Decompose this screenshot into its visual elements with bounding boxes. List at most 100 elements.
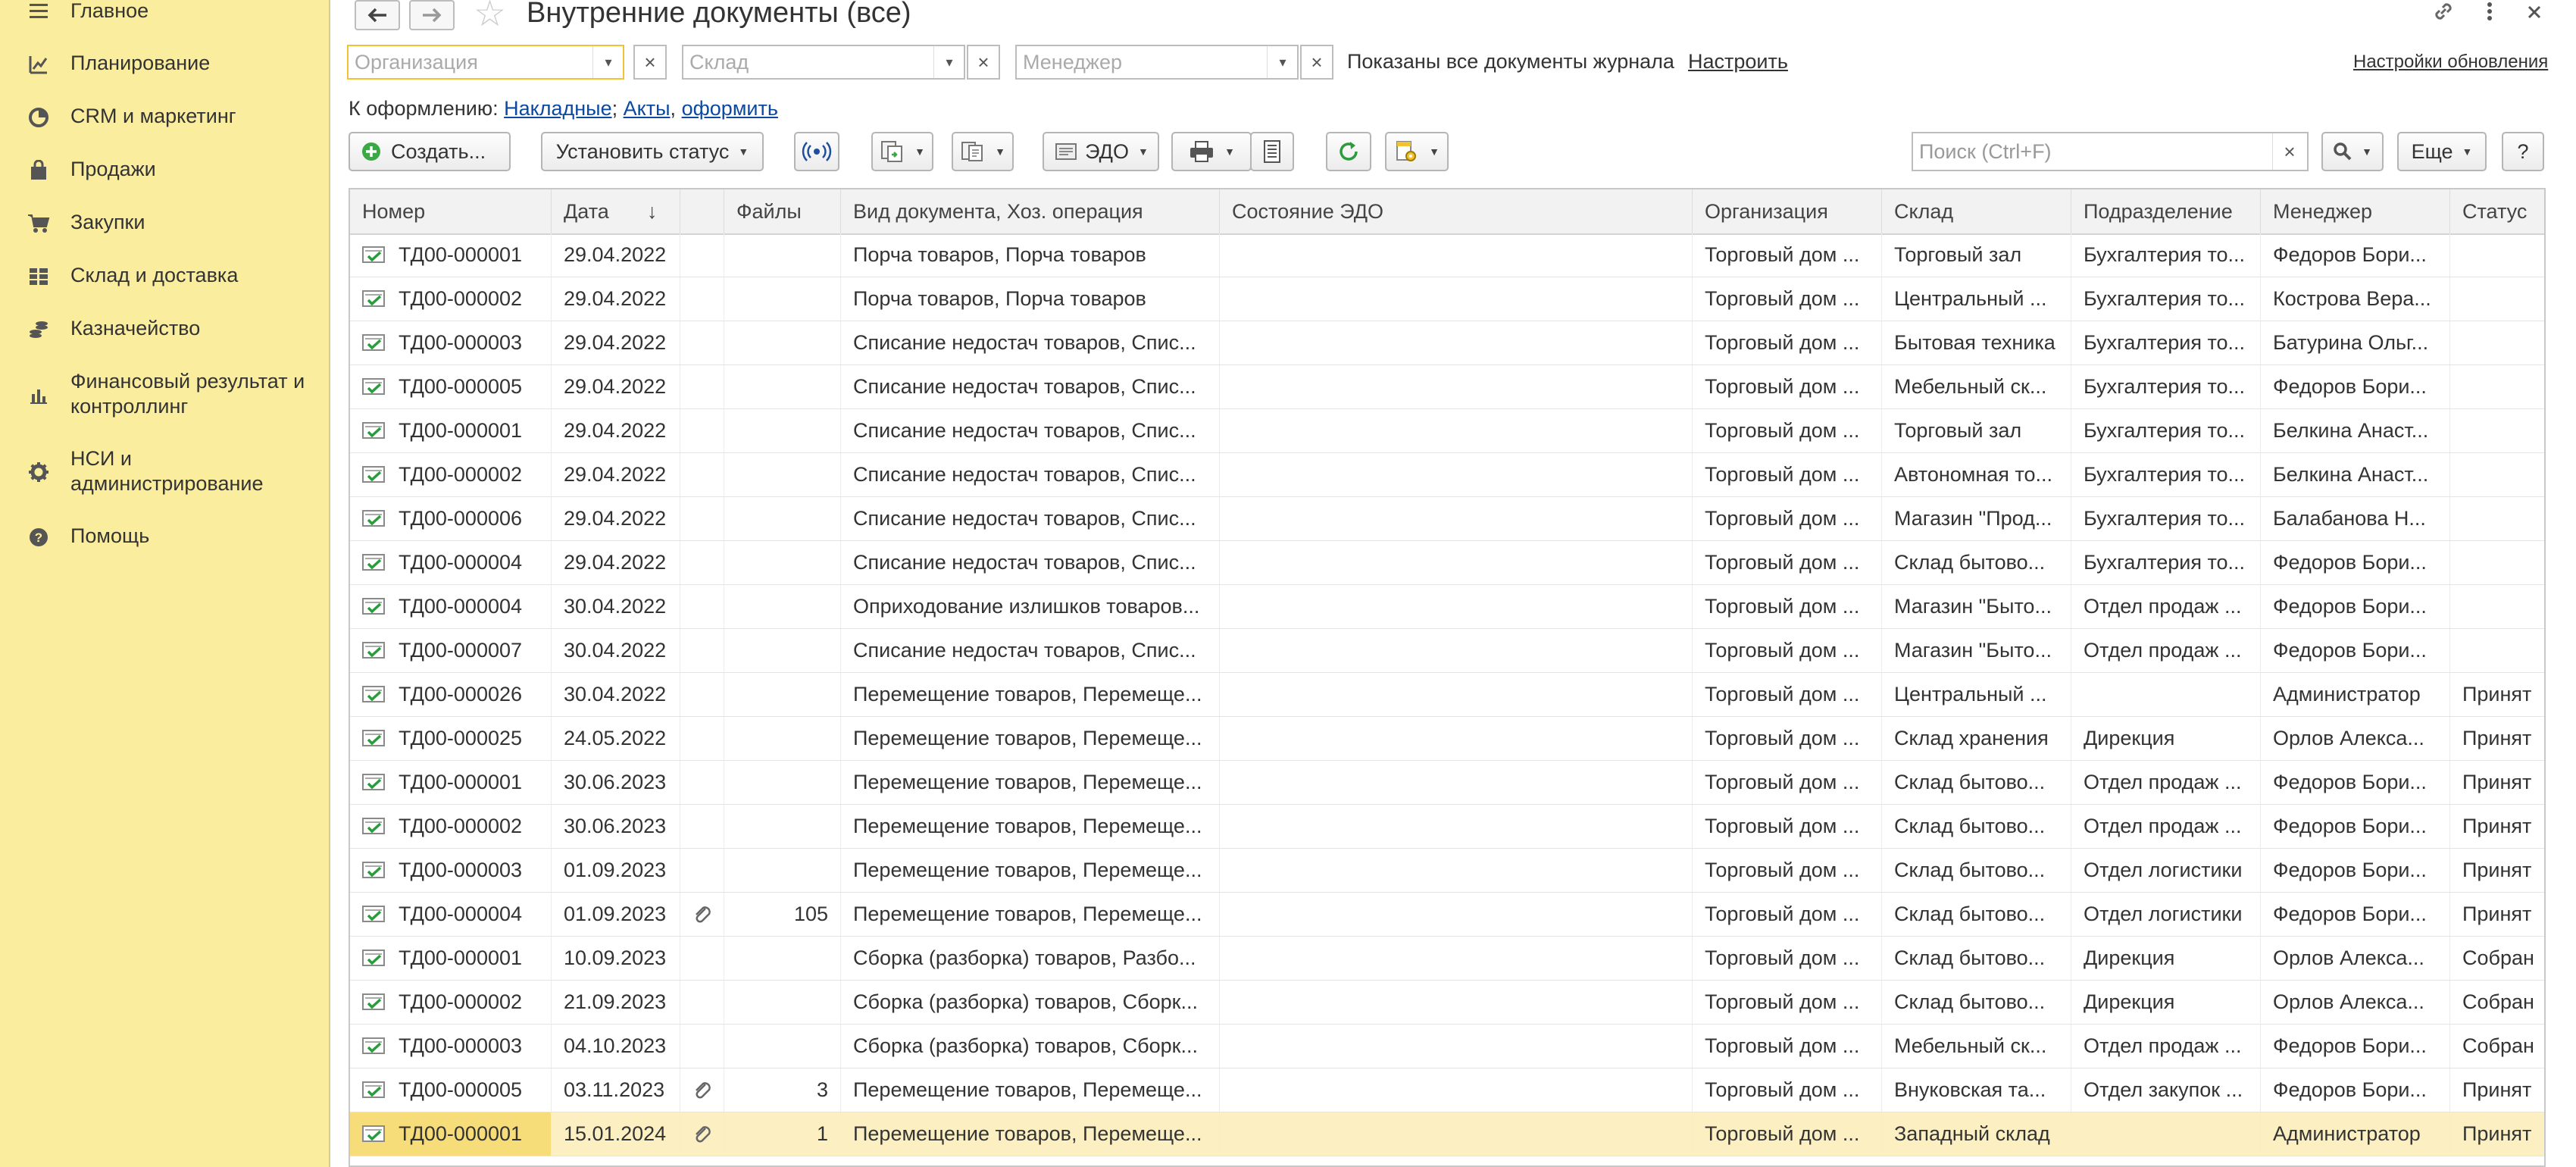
sidebar-item-sales[interactable]: Продажи [0, 156, 329, 186]
column-header-manager[interactable]: Менеджер [2261, 189, 2450, 233]
document-settings-button[interactable]: ▼ [1385, 132, 1449, 171]
table-row[interactable]: ТД00-000006 29.04.2022 Списание недостач т… [350, 497, 2544, 541]
report-button[interactable] [1250, 132, 1294, 171]
organization-input[interactable] [349, 46, 591, 78]
column-header-department[interactable]: Подразделение [2071, 189, 2261, 233]
table-row[interactable]: ТД00-000004 01.09.2023 105 Перемещение това… [350, 893, 2544, 937]
column-header-date[interactable]: Дата ↓ [552, 189, 680, 233]
sidebar-item-planning[interactable]: Планирование [0, 50, 329, 80]
cell-edo-state [1220, 453, 1693, 496]
warehouse-clear-button[interactable]: × [967, 45, 1000, 80]
invoices-link[interactable]: Накладные [504, 97, 612, 120]
set-status-button[interactable]: Установить статус ▼ [541, 132, 764, 171]
table-row[interactable]: ТД00-000002 21.09.2023 Сборка (разборка) т… [350, 981, 2544, 1025]
column-header-edo-state[interactable]: Состояние ЭДО [1220, 189, 1693, 233]
table-row[interactable]: ТД00-000025 24.05.2022 Перемещение товаров… [350, 717, 2544, 761]
column-header-organization[interactable]: Организация [1693, 189, 1882, 233]
related-documents-button[interactable]: ▼ [952, 132, 1014, 171]
create-based-on-button[interactable]: ▼ [871, 132, 933, 171]
help-button[interactable]: ? [2502, 132, 2544, 171]
cell-document-type: Списание недостач товаров, Спис... [841, 453, 1220, 496]
search-input[interactable] [1913, 133, 2274, 170]
process-link[interactable]: оформить [682, 97, 778, 120]
manager-clear-button[interactable]: × [1300, 45, 1333, 80]
sidebar-item-treasury[interactable]: Казначейство [0, 315, 329, 346]
table-row[interactable]: ТД00-000003 29.04.2022 Списание недостач т… [350, 321, 2544, 365]
sidebar-item-admin[interactable]: НСИ и администрирование [0, 446, 329, 500]
table-row[interactable]: ТД00-000004 30.04.2022 Оприходование излиш… [350, 585, 2544, 629]
table-row[interactable]: ТД00-000026 30.04.2022 Перемещение товаров… [350, 673, 2544, 717]
table-row[interactable]: ТД00-000001 29.04.2022 Списание недостач т… [350, 409, 2544, 453]
sidebar-item-main[interactable]: Главное [0, 0, 329, 26]
organization-clear-button[interactable]: × [633, 45, 667, 80]
link-icon[interactable] [2431, 0, 2456, 30]
cell-files [724, 277, 841, 321]
table-row[interactable]: ТД00-000003 01.09.2023 Перемещение товаров… [350, 849, 2544, 893]
organization-dropdown-button[interactable]: ▾ [592, 46, 624, 78]
manager-field[interactable]: ▾ [1015, 45, 1299, 80]
cell-department: Отдел логистики [2071, 849, 2261, 892]
print-button[interactable]: ▼ [1171, 132, 1252, 171]
sidebar-item-warehouse[interactable]: Склад и доставка [0, 262, 329, 293]
cell-number: ТД00-000002 [350, 453, 552, 496]
acts-link[interactable]: Акты [624, 97, 671, 120]
column-header-number[interactable]: Номер [350, 189, 552, 233]
sidebar-item-help[interactable]: ? Помощь [0, 523, 329, 553]
more-vertical-icon[interactable] [2482, 0, 2497, 30]
column-header-document-type[interactable]: Вид документа, Хоз. операция [841, 189, 1220, 233]
table-row[interactable]: ТД00-000001 15.01.2024 1 Перемещение товаро… [350, 1112, 2544, 1156]
cell-number-text: ТД00-000003 [399, 331, 523, 354]
cell-manager: Федоров Бори... [2261, 629, 2450, 672]
table-row[interactable]: ТД00-000002 29.04.2022 Порча товаров, Порч… [350, 277, 2544, 321]
table-row[interactable]: ТД00-000002 29.04.2022 Списание недостач т… [350, 453, 2544, 497]
favorite-star-icon[interactable]: ☆ [474, 0, 506, 33]
table-row[interactable]: ТД00-000001 30.06.2023 Перемещение товаров… [350, 761, 2544, 805]
configure-link[interactable]: Настроить [1688, 50, 1788, 74]
cell-date: 29.04.2022 [552, 233, 680, 277]
cell-warehouse: Магазин "Быто... [1882, 585, 2071, 628]
warehouse-field[interactable]: ▾ [682, 45, 965, 80]
column-header-warehouse[interactable]: Склад [1882, 189, 2071, 233]
cell-edo-state [1220, 937, 1693, 980]
create-button[interactable]: Создать... [349, 132, 511, 171]
more-button[interactable]: Еще ▼ [2397, 132, 2487, 171]
sidebar-item-crm[interactable]: CRM и маркетинг [0, 103, 329, 133]
back-button[interactable] [355, 0, 400, 30]
broadcast-button[interactable] [794, 132, 839, 171]
sidebar-item-purchases[interactable]: Закупки [0, 209, 329, 239]
table-row[interactable]: ТД00-000002 30.06.2023 Перемещение товаров… [350, 805, 2544, 849]
forward-button[interactable] [409, 0, 455, 30]
manager-dropdown-button[interactable]: ▾ [1267, 46, 1298, 78]
table-row[interactable]: ТД00-000001 10.09.2023 Сборка (разборка) т… [350, 937, 2544, 981]
close-icon[interactable] [2524, 0, 2544, 30]
organization-field[interactable]: ▾ [347, 45, 624, 80]
table-row[interactable]: ТД00-000005 29.04.2022 Списание недостач т… [350, 365, 2544, 409]
sidebar-item-label: Закупки [70, 211, 145, 233]
search-clear-button[interactable]: × [2272, 133, 2306, 170]
refresh-button[interactable] [1326, 132, 1371, 171]
search-field[interactable]: × [1912, 132, 2309, 171]
cell-manager: Федоров Бори... [2261, 805, 2450, 848]
edo-button[interactable]: ЭДО ▼ [1043, 132, 1159, 171]
table-row[interactable]: ТД00-000003 04.10.2023 Сборка (разборка) т… [350, 1025, 2544, 1068]
table-row[interactable]: ТД00-000007 30.04.2022 Списание недостач т… [350, 629, 2544, 673]
cell-document-type: Сборка (разборка) товаров, Сборк... [841, 981, 1220, 1024]
column-header-files[interactable]: Файлы [724, 189, 841, 233]
cell-warehouse: Магазин "Прод... [1882, 497, 2071, 540]
warehouse-dropdown-button[interactable]: ▾ [933, 46, 964, 78]
manager-input[interactable] [1017, 46, 1267, 78]
sidebar-item-finance[interactable]: Финансовый результат и контроллинг [0, 368, 329, 423]
cell-warehouse: Центральный ... [1882, 673, 2071, 716]
table-row[interactable]: ТД00-000001 29.04.2022 Порча товаров, Порч… [350, 233, 2544, 277]
cell-date: 01.09.2023 [552, 849, 680, 892]
search-button[interactable]: ▼ [2321, 132, 2384, 171]
table-row[interactable]: ТД00-000005 03.11.2023 3 Перемещение товаро… [350, 1068, 2544, 1112]
warehouse-input[interactable] [683, 46, 933, 78]
update-settings-link[interactable]: Настройки обновления [2353, 52, 2548, 73]
cell-date: 29.04.2022 [552, 321, 680, 364]
table-row[interactable]: ТД00-000004 29.04.2022 Списание недостач т… [350, 541, 2544, 585]
cell-manager: Федоров Бори... [2261, 1025, 2450, 1068]
cell-department: Бухгалтерия то... [2071, 321, 2261, 364]
column-header-attachment[interactable] [680, 189, 724, 233]
column-header-status[interactable]: Статус [2450, 189, 2544, 233]
